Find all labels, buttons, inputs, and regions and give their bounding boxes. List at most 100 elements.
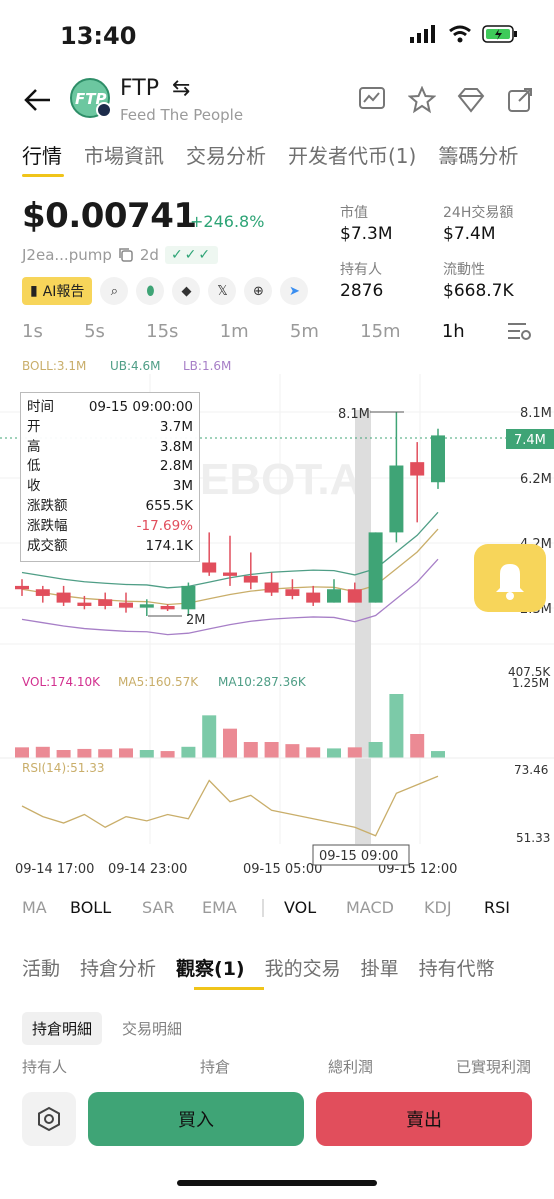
- tab-trade-analysis[interactable]: 交易分析: [186, 140, 266, 169]
- tab-held-tokens[interactable]: 持有代幣: [419, 954, 495, 981]
- copy-icon[interactable]: [118, 247, 134, 263]
- sell-button[interactable]: 賣出: [316, 1092, 532, 1146]
- candle-body: [368, 532, 383, 603]
- token-address-row: J2ea...pump 2d ✓✓✓: [22, 246, 219, 264]
- swap-icon[interactable]: ⇆: [172, 76, 190, 101]
- chain-icon: [96, 102, 112, 118]
- search-icon[interactable]: ⌕: [100, 277, 129, 305]
- signal-icon: [410, 25, 435, 43]
- header: FTP FTP ⇆ Feed The People: [0, 74, 554, 130]
- interval-row: 1s 5s 15s 1m 5m 15m 1h: [22, 320, 532, 342]
- tab-holdings-analysis[interactable]: 持倉分析: [80, 954, 156, 981]
- market-cap-value: $7.3M: [340, 224, 393, 244]
- candle-body: [181, 585, 196, 610]
- volume-bar: [202, 715, 217, 758]
- tab-market[interactable]: 行情: [22, 140, 62, 169]
- candle-body: [327, 589, 341, 603]
- badger-icon[interactable]: ◆: [172, 277, 201, 305]
- ind-macd[interactable]: MACD: [346, 898, 424, 917]
- interval-1h[interactable]: 1h: [442, 321, 465, 342]
- volume-bar: [327, 748, 341, 758]
- tab-info[interactable]: 市場資訊: [84, 140, 164, 169]
- candle-body: [35, 589, 50, 596]
- share-icon[interactable]: [506, 86, 534, 114]
- tab-watch[interactable]: 觀察(1): [176, 954, 245, 981]
- tab-trade-details[interactable]: 交易明細: [112, 1012, 192, 1045]
- tab-orders[interactable]: 掛單: [361, 954, 399, 981]
- settings-button[interactable]: [22, 1092, 76, 1146]
- volume-bar: [181, 746, 196, 758]
- x-icon[interactable]: 𝕏: [208, 277, 237, 305]
- high-marker: 8.1M: [338, 407, 370, 422]
- lb-label: LB:1.6M: [183, 359, 231, 373]
- volume-bar: [368, 742, 383, 758]
- main-tabs: 行情 市場資訊 交易分析 开发者代币(1) 籌碼分析: [22, 140, 518, 169]
- y-label-1: 8.1M: [520, 406, 552, 421]
- interval-1m[interactable]: 1m: [220, 321, 249, 342]
- tab-chips[interactable]: 籌碼分析: [438, 140, 518, 169]
- tab-activity[interactable]: 活動: [22, 954, 60, 981]
- candle-body: [119, 602, 133, 608]
- liquidity-label: 流動性: [443, 262, 485, 278]
- candle-body: [202, 562, 217, 573]
- volume-bar: [285, 744, 300, 758]
- tab-my-trades[interactable]: 我的交易: [265, 954, 341, 981]
- ind-ema[interactable]: EMA: [202, 898, 262, 917]
- ohlc-tooltip: 时间 09-15 09:00:00 开 3.7M 高 3.8M 低 2.8M 收 3M 涨…: [20, 392, 200, 562]
- current-price-tag-text: 7.4M: [514, 433, 546, 448]
- wifi-icon: [449, 25, 471, 43]
- col-total-profit: 總利潤: [328, 1058, 374, 1076]
- volume-bar: [15, 747, 29, 758]
- volume-bar: [306, 747, 321, 758]
- ub-label: UB:4.6M: [110, 359, 161, 373]
- token-age: 2d: [139, 246, 159, 264]
- interval-15s[interactable]: 15s: [146, 321, 178, 342]
- x-label-2: 09-14 23:00: [108, 862, 187, 877]
- vol-mid-label: 1.25M: [512, 676, 549, 690]
- interval-5s[interactable]: 5s: [84, 321, 105, 342]
- candle-body: [98, 599, 113, 606]
- status-time: 13:40: [60, 22, 137, 50]
- rsi-top-label: 73.46: [514, 763, 548, 777]
- chart-settings-icon[interactable]: [506, 320, 532, 342]
- candle-body: [410, 462, 425, 476]
- ind-sar[interactable]: SAR: [142, 898, 202, 917]
- rsi-label: RSI(14):51.33: [22, 761, 105, 775]
- tab-position-details[interactable]: 持倉明細: [22, 1012, 103, 1045]
- diamond-icon[interactable]: [456, 86, 486, 114]
- candle-body: [139, 604, 154, 608]
- volume-bar: [223, 728, 237, 758]
- interval-15m[interactable]: 15m: [360, 321, 400, 342]
- volume-bar: [160, 751, 175, 758]
- candle-body: [56, 592, 71, 603]
- ind-rsi[interactable]: RSI: [484, 898, 510, 917]
- star-icon[interactable]: [408, 86, 436, 114]
- ind-vol[interactable]: VOL: [284, 898, 346, 917]
- ma5-label: MA5:160.57K: [118, 675, 199, 689]
- back-arrow-icon[interactable]: [22, 86, 54, 114]
- globe-icon[interactable]: ⊕: [244, 277, 273, 305]
- interval-1s[interactable]: 1s: [22, 321, 43, 342]
- ind-ma[interactable]: MA: [22, 898, 70, 917]
- ma10-label: MA10:287.36K: [218, 675, 307, 689]
- buy-button[interactable]: 買入: [88, 1092, 304, 1146]
- telegram-icon[interactable]: ➤: [280, 277, 309, 305]
- sub-tabs: 活動 持倉分析 觀察(1) 我的交易 掛單 持有代幣: [22, 954, 495, 981]
- token-logo: FTP: [70, 78, 112, 118]
- vol-label: VOL:174.10K: [22, 675, 101, 689]
- interval-5m[interactable]: 5m: [290, 321, 319, 342]
- ind-boll[interactable]: BOLL: [70, 898, 142, 917]
- boll-label: BOLL:3.1M: [22, 359, 86, 373]
- alert-bell-button[interactable]: [474, 544, 546, 612]
- volume-bar: [56, 750, 71, 758]
- candle-body: [306, 592, 321, 603]
- col-holder: 持有人: [22, 1058, 68, 1076]
- volume-bar: [119, 748, 133, 758]
- chart-share-icon[interactable]: [358, 86, 388, 114]
- tab-dev-tokens[interactable]: 开发者代币(1): [288, 140, 416, 169]
- ind-kdj[interactable]: KDJ: [424, 898, 484, 917]
- volume-bar: [35, 746, 50, 758]
- pill-icon[interactable]: ⬮: [136, 277, 165, 305]
- volume-bar: [243, 742, 258, 758]
- ai-report-button[interactable]: ▮ AI報告: [22, 277, 93, 305]
